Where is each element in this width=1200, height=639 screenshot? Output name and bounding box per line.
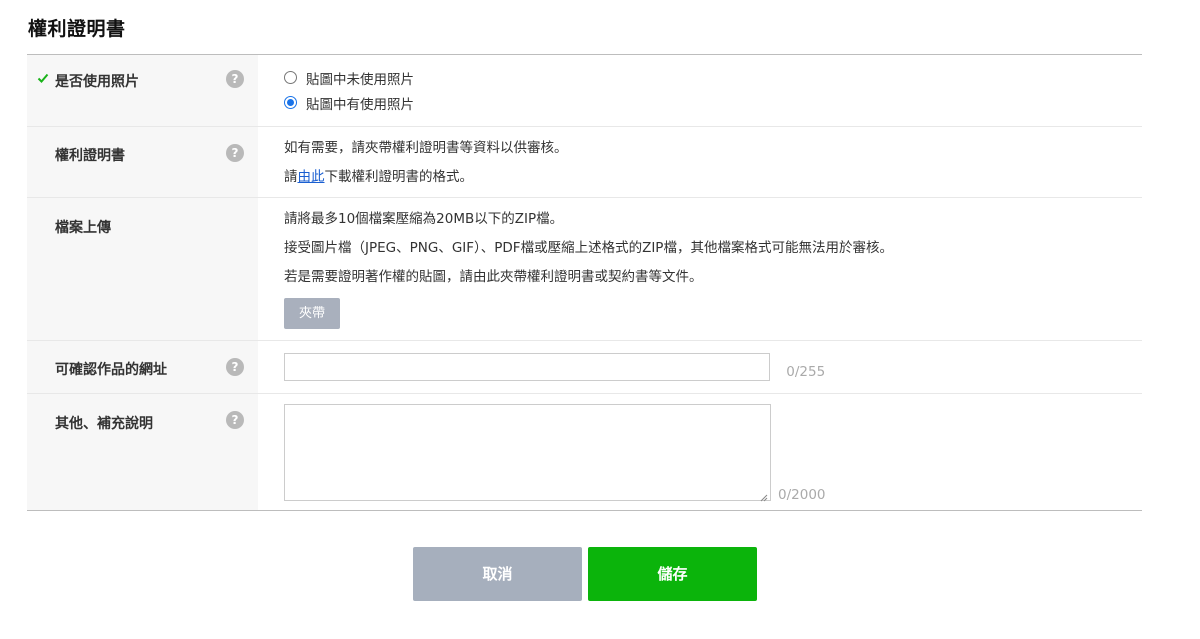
content-cell-upload: 請將最多10個檔案壓縮為20MB以下的ZIP檔。 接受圖片檔（JPEG、PNG、… (258, 198, 1142, 340)
radio-with-photo[interactable] (284, 96, 297, 109)
content-cell-photo: 貼圖中未使用照片 貼圖中有使用照片 (258, 55, 1142, 126)
notes-label: 其他、補充說明 (55, 416, 153, 432)
radio-with-photo-label: 貼圖中有使用照片 (306, 96, 414, 113)
label-cell-photo: 是否使用照片 ? (27, 55, 258, 126)
row-file-upload: 檔案上傳 請將最多10個檔案壓縮為20MB以下的ZIP檔。 接受圖片檔（JPEG… (27, 198, 1142, 341)
content-cell-url: 0/255 (258, 341, 1142, 393)
url-char-counter: 0/255 (786, 364, 826, 380)
row-photo-usage: 是否使用照片 ? 貼圖中未使用照片 貼圖中有使用照片 (27, 55, 1142, 127)
upload-text-2: 接受圖片檔（JPEG、PNG、GIF）、PDF檔或壓縮上述格式的ZIP檔，其他檔… (284, 240, 893, 256)
resize-grip-icon[interactable] (760, 494, 768, 502)
label-cell-notes: 其他、補充說明 ? (27, 394, 258, 510)
help-icon[interactable]: ? (226, 70, 244, 88)
help-icon[interactable]: ? (226, 411, 244, 429)
radio-option-no-photo[interactable]: 貼圖中未使用照片 (284, 65, 1142, 90)
help-icon[interactable]: ? (226, 144, 244, 162)
section-title: 權利證明書 (28, 18, 126, 40)
radio-option-with-photo[interactable]: 貼圖中有使用照片 (284, 90, 1142, 115)
action-buttons: 取消 儲存 (413, 547, 757, 601)
label-cell-rights-doc: 權利證明書 ? (27, 127, 258, 197)
form-table: 是否使用照片 ? 貼圖中未使用照片 貼圖中有使用照片 權利證明書 ? 如有需要，… (27, 54, 1142, 511)
row-url: 可確認作品的網址 ? 0/255 (27, 341, 1142, 394)
photo-usage-label: 是否使用照片 (55, 74, 139, 90)
radio-no-photo[interactable] (284, 71, 297, 84)
row-rights-doc: 權利證明書 ? 如有需要，請夾帶權利證明書等資料以供審核。 請由此下載權利證明書… (27, 127, 1142, 198)
content-cell-notes: 0/2000 (258, 394, 1142, 510)
url-label: 可確認作品的網址 (55, 362, 167, 378)
notes-wrap: 0/2000 (284, 404, 1142, 505)
notes-char-counter: 0/2000 (778, 487, 826, 503)
attach-button[interactable]: 夾帶 (284, 298, 340, 329)
url-input[interactable] (284, 353, 770, 381)
file-upload-label: 檔案上傳 (55, 220, 111, 236)
upload-text-3: 若是需要證明著作權的貼圖，請由此夾帶權利證明書或契約書等文件。 (284, 269, 703, 285)
upload-text-1: 請將最多10個檔案壓縮為20MB以下的ZIP檔。 (284, 211, 564, 227)
download-format-link[interactable]: 由此 (298, 169, 325, 185)
label-cell-upload: 檔案上傳 (27, 198, 258, 340)
notes-holder (284, 404, 771, 505)
save-button[interactable]: 儲存 (588, 547, 757, 601)
row-notes: 其他、補充說明 ? 0/2000 (27, 394, 1142, 510)
label-cell-url: 可確認作品的網址 ? (27, 341, 258, 393)
rights-form-page: 權利證明書 是否使用照片 ? 貼圖中未使用照片 貼圖中有使用照片 權利證明書 ?… (0, 0, 1200, 639)
notes-textarea[interactable] (284, 404, 771, 501)
cancel-button[interactable]: 取消 (413, 547, 582, 601)
rights-doc-text-1: 如有需要，請夾帶權利證明書等資料以供審核。 (284, 140, 568, 156)
help-icon[interactable]: ? (226, 358, 244, 376)
content-cell-rights-doc: 如有需要，請夾帶權利證明書等資料以供審核。 請由此下載權利證明書的格式。 (258, 127, 1142, 197)
rights-doc-label: 權利證明書 (55, 148, 125, 164)
check-icon (37, 73, 49, 83)
rights-doc-prefix: 請 (284, 169, 298, 185)
radio-no-photo-label: 貼圖中未使用照片 (306, 71, 414, 88)
rights-doc-suffix: 下載權利證明書的格式。 (324, 169, 474, 185)
rights-doc-text-2: 請由此下載權利證明書的格式。 (284, 163, 1142, 192)
